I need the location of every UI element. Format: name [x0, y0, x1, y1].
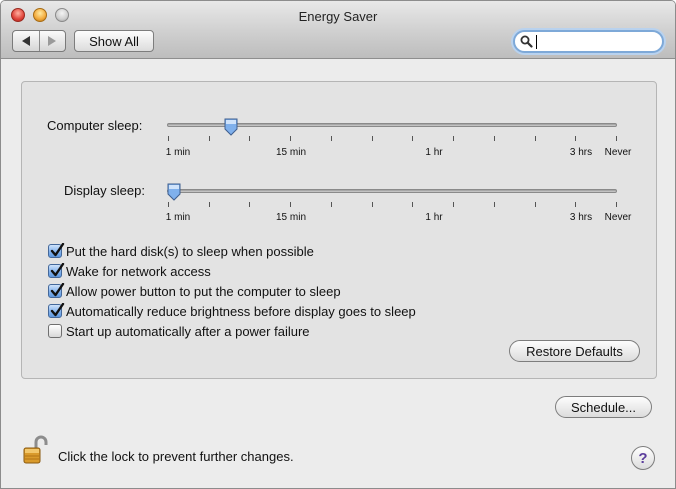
computer-sleep-tick-15-min: 15 min [275, 147, 307, 158]
slider-tick-mark [493, 136, 495, 141]
checkmark-icon [50, 283, 65, 297]
slider-tick-mark [616, 202, 617, 207]
display-sleep-label: Display sleep: [64, 183, 145, 198]
checkmark-icon [50, 303, 65, 317]
display-sleep-slider-track[interactable] [167, 189, 617, 193]
slider-tick-mark [412, 202, 414, 207]
slider-tick-mark [168, 202, 169, 207]
startup-after-power-failure-label: Start up automatically after a power fai… [66, 323, 310, 339]
power-button-sleep-checkbox[interactable] [48, 283, 65, 298]
display-sleep-tick-3-hrs: 3 hrs [569, 212, 593, 223]
slider-tick-mark [168, 136, 169, 141]
wake-network-label: Wake for network access [66, 263, 211, 279]
slider-tick-mark [371, 202, 373, 207]
computer-sleep-tick-1-hr: 1 hr [425, 147, 443, 158]
lock-message: Click the lock to prevent further change… [58, 449, 294, 464]
toolbar: Energy Saver Show All [1, 1, 675, 59]
forward-button[interactable] [38, 31, 66, 51]
startup-after-power-failure-checkbox[interactable] [48, 324, 62, 338]
checkmark-icon [50, 243, 65, 257]
slider-tick-mark [330, 202, 332, 207]
search-input[interactable] [535, 34, 659, 49]
option-startup-after-power-failure[interactable]: Start up automatically after a power fai… [48, 323, 310, 339]
checkmark-icon [50, 263, 65, 277]
padlock-open-icon[interactable] [23, 435, 49, 465]
slider-tick-mark [412, 136, 414, 141]
slider-tick-mark [493, 202, 495, 207]
display-sleep-tick-1-min: 1 min [165, 212, 191, 223]
computer-sleep-tick-3-hrs: 3 hrs [569, 147, 593, 158]
show-all-button[interactable]: Show All [74, 30, 154, 52]
option-hard-disk-sleep[interactable]: Put the hard disk(s) to sleep when possi… [48, 243, 314, 259]
reduce-brightness-label: Automatically reduce brightness before d… [66, 303, 416, 319]
slider-tick-mark [249, 202, 251, 207]
option-reduce-brightness[interactable]: Automatically reduce brightness before d… [48, 303, 416, 319]
display-sleep-tick-1-hr: 1 hr [425, 212, 443, 223]
slider-tick-mark [534, 136, 536, 141]
search-field[interactable] [513, 30, 664, 53]
back-arrow-icon [21, 36, 30, 46]
window-title: Energy Saver [298, 9, 378, 24]
slider-tick-mark [290, 136, 292, 141]
computer-sleep-slider-thumb[interactable] [223, 118, 239, 136]
hard-disk-sleep-label: Put the hard disk(s) to sleep when possi… [66, 243, 314, 259]
slider-tick-mark [453, 202, 455, 207]
reduce-brightness-checkbox[interactable] [48, 303, 65, 318]
computer-sleep-label: Computer sleep: [47, 118, 143, 133]
back-forward-control [12, 30, 66, 52]
back-button[interactable] [13, 31, 39, 51]
slider-tick-mark [453, 136, 455, 141]
slider-tick-mark [534, 202, 536, 207]
slider-tick-mark [575, 202, 577, 207]
schedule-button[interactable]: Schedule... [555, 396, 652, 418]
slider-tick-mark [330, 136, 332, 141]
slider-tick-mark [616, 136, 617, 141]
computer-sleep-tick-never: Never [604, 147, 632, 158]
option-power-button-sleep[interactable]: Allow power button to put the computer t… [48, 283, 341, 299]
slider-tick-mark [249, 136, 251, 141]
restore-defaults-button[interactable]: Restore Defaults [509, 340, 640, 362]
forward-arrow-icon [48, 36, 57, 46]
wake-network-checkbox[interactable] [48, 263, 65, 278]
search-icon [520, 35, 533, 48]
power-button-sleep-label: Allow power button to put the computer t… [66, 283, 341, 299]
display-sleep-tick-15-min: 15 min [275, 212, 307, 223]
display-sleep-tick-never: Never [604, 212, 632, 223]
display-sleep-slider-thumb[interactable] [166, 183, 182, 201]
energy-saver-window: Energy Saver Show All Computer sleep: 1 … [0, 0, 676, 489]
slider-tick-mark [371, 136, 373, 141]
text-caret [536, 35, 537, 49]
slider-tick-mark [208, 202, 210, 207]
slider-tick-mark [208, 136, 210, 141]
computer-sleep-tick-1-min: 1 min [165, 147, 191, 158]
option-wake-network[interactable]: Wake for network access [48, 263, 211, 279]
help-button[interactable]: ? [631, 446, 655, 470]
slider-tick-mark [290, 202, 292, 207]
hard-disk-sleep-checkbox[interactable] [48, 243, 65, 258]
slider-tick-mark [575, 136, 577, 141]
